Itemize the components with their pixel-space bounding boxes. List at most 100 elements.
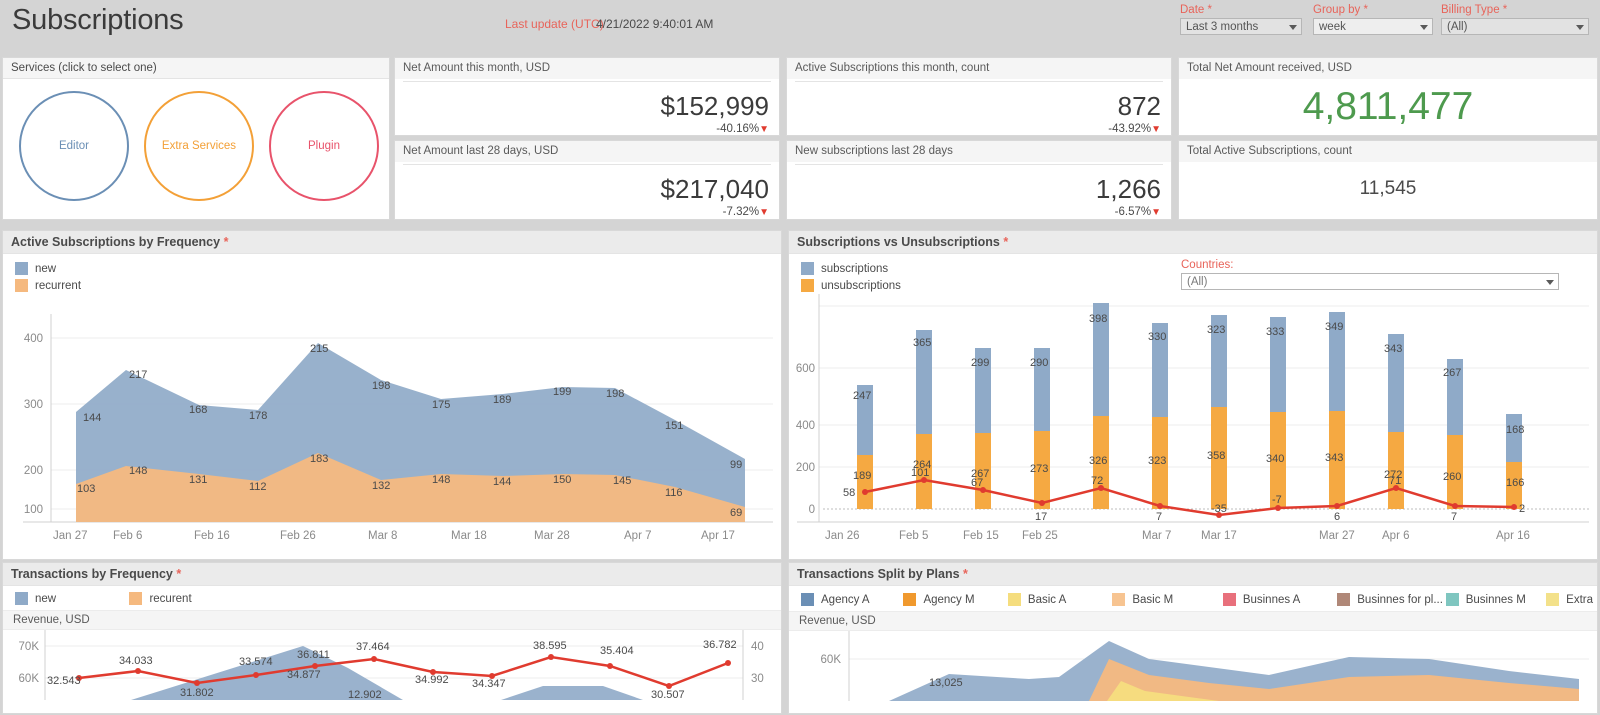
legend-item[interactable]: new (15, 260, 781, 277)
svg-text:Feb 6: Feb 6 (113, 530, 142, 542)
chart-active-subscriptions: 400 300 200 100 144 217 168 178 215 198 … (23, 314, 773, 542)
divider (795, 81, 1163, 82)
trend-down-icon: ▼ (1151, 124, 1161, 135)
panel-title-text: Subscriptions vs Unsubscriptions (797, 235, 1000, 249)
legend-label-basic-a: Basic A (1027, 593, 1067, 606)
svg-text:7: 7 (1156, 511, 1162, 523)
panel-transactions-split-by-plans: Transactions Split by Plans * Agency A A… (788, 562, 1598, 714)
svg-text:326: 326 (1089, 455, 1107, 467)
services-header: Services (click to select one) (3, 58, 389, 79)
svg-text:35.404: 35.404 (600, 645, 634, 657)
svg-text:290: 290 (1030, 357, 1048, 369)
panel-transactions-by-frequency: Transactions by Frequency * new recurent… (2, 562, 782, 714)
svg-text:131: 131 (189, 474, 207, 486)
legend-transactions: new recurent (3, 586, 781, 610)
filter-billing-type-label: Billing Type * (1441, 4, 1508, 16)
kpi-header: New subscriptions last 28 days (787, 141, 1171, 162)
legend-label-businnes-for-plugin: Businnes for pl... (1357, 593, 1443, 606)
svg-text:33.574: 33.574 (239, 656, 273, 668)
kpi-value: 11,545 (1359, 178, 1417, 199)
trend-down-icon: ▼ (759, 124, 769, 135)
svg-text:330: 330 (1148, 331, 1166, 343)
legend-item[interactable]: Basic A (1007, 591, 1108, 608)
svg-text:Apr 17: Apr 17 (701, 530, 735, 542)
svg-text:Feb 25: Feb 25 (1022, 530, 1058, 542)
panel-title: Transactions by Frequency * (3, 563, 781, 586)
panel-title: Transactions Split by Plans * (789, 563, 1597, 586)
svg-text:183: 183 (310, 453, 328, 465)
svg-text:72: 72 (1091, 475, 1103, 487)
svg-text:13,025: 13,025 (929, 677, 963, 689)
svg-text:323: 323 (1207, 324, 1225, 336)
service-circle-plugin[interactable]: Plugin (269, 91, 379, 201)
svg-text:144: 144 (83, 412, 101, 424)
trend-down-icon: ▼ (1151, 207, 1161, 218)
kpi-header: Active Subscriptions this month, count (787, 58, 1171, 79)
service-circle-extra-services[interactable]: Extra Services (144, 91, 254, 201)
svg-text:30.507: 30.507 (651, 689, 685, 700)
svg-text:36.811: 36.811 (297, 649, 330, 661)
kpi-delta-text: -6.57% (1114, 206, 1152, 218)
service-circle-editor[interactable]: Editor (19, 91, 129, 201)
panel-title-text: Transactions by Frequency (11, 567, 173, 581)
svg-text:145: 145 (613, 475, 631, 487)
svg-text:400: 400 (796, 420, 815, 432)
legend-item[interactable]: Agency A (801, 591, 899, 608)
svg-text:100: 100 (24, 504, 43, 516)
svg-text:400: 400 (24, 333, 43, 345)
legend-item[interactable]: Businnes A (1222, 591, 1333, 608)
svg-text:Mar 17: Mar 17 (1201, 530, 1237, 542)
panel-title-text: Transactions Split by Plans (797, 567, 960, 581)
legend-item[interactable]: Businnes for pl... (1337, 591, 1443, 608)
svg-text:267: 267 (1443, 367, 1461, 379)
filter-billing-type-select[interactable]: (All) (1441, 18, 1589, 35)
kpi-delta: -6.57%▼ (1115, 206, 1161, 218)
kpi-new-subscriptions-last-28-days: New subscriptions last 28 days 1,266 -6.… (786, 140, 1172, 220)
legend-swatch-agency-m (903, 593, 917, 606)
filter-date-select[interactable]: Last 3 months (1180, 18, 1302, 35)
filter-countries-select[interactable]: (All) (1181, 273, 1559, 290)
dashboard-root: Subscriptions Last update (UTC) 4/21/202… (0, 0, 1600, 715)
chevron-down-icon (1576, 24, 1584, 30)
svg-text:101: 101 (911, 467, 929, 479)
svg-text:-35: -35 (1211, 503, 1227, 515)
legend-label-recurrent: recurrent (35, 279, 82, 292)
svg-text:12.902: 12.902 (348, 689, 382, 700)
filter-group-by: Group by * week (1313, 4, 1433, 35)
legend-item[interactable]: Agency M (903, 591, 1003, 608)
legend-label-recurent: recurent (149, 592, 192, 605)
filter-countries-value: (All) (1187, 276, 1208, 288)
svg-text:358: 358 (1207, 450, 1225, 462)
svg-text:67: 67 (971, 477, 983, 489)
line-revenue-markers (76, 654, 731, 689)
svg-text:38.595: 38.595 (533, 640, 567, 652)
bar-unsubscriptions (857, 455, 873, 509)
services-panel: Services (click to select one) Editor Ex… (2, 57, 390, 220)
svg-text:6: 6 (1334, 511, 1340, 523)
legend-swatch-extra-e (1546, 593, 1560, 606)
bars-group (857, 303, 1522, 509)
svg-text:60K: 60K (821, 654, 842, 666)
svg-text:116: 116 (665, 487, 683, 499)
legend-item[interactable]: Basic M (1112, 591, 1218, 608)
chevron-down-icon (1546, 279, 1554, 285)
svg-text:Jan 27: Jan 27 (53, 530, 88, 542)
legend-item[interactable]: new (15, 590, 125, 607)
chart-subscriptions-vs-unsubscriptions: 600 400 200 0 247 365 299 290 398 330 32… (796, 294, 1589, 542)
filter-group-by-select[interactable]: week (1313, 18, 1433, 35)
filter-group-by-value: week (1319, 21, 1346, 33)
svg-text:Jan 26: Jan 26 (825, 530, 860, 542)
legend-item[interactable]: recurent (129, 590, 192, 607)
trend-down-icon: ▼ (759, 207, 769, 218)
svg-text:144: 144 (493, 476, 511, 488)
svg-text:199: 199 (553, 386, 571, 398)
legend-item[interactable]: Businnes M (1445, 591, 1542, 608)
bar-subscriptions (1506, 414, 1522, 462)
legend-item[interactable]: recurrent (15, 277, 781, 294)
svg-text:166: 166 (1506, 477, 1524, 489)
chart-transactions-by-frequency: 70K 60K 40 30 32.543 34.033 31.802 33.57… (19, 630, 764, 700)
kpi-value: 872 (1117, 91, 1161, 121)
legend-item[interactable]: Extra E (1546, 591, 1597, 608)
svg-text:200: 200 (796, 462, 815, 474)
svg-text:343: 343 (1325, 452, 1343, 464)
